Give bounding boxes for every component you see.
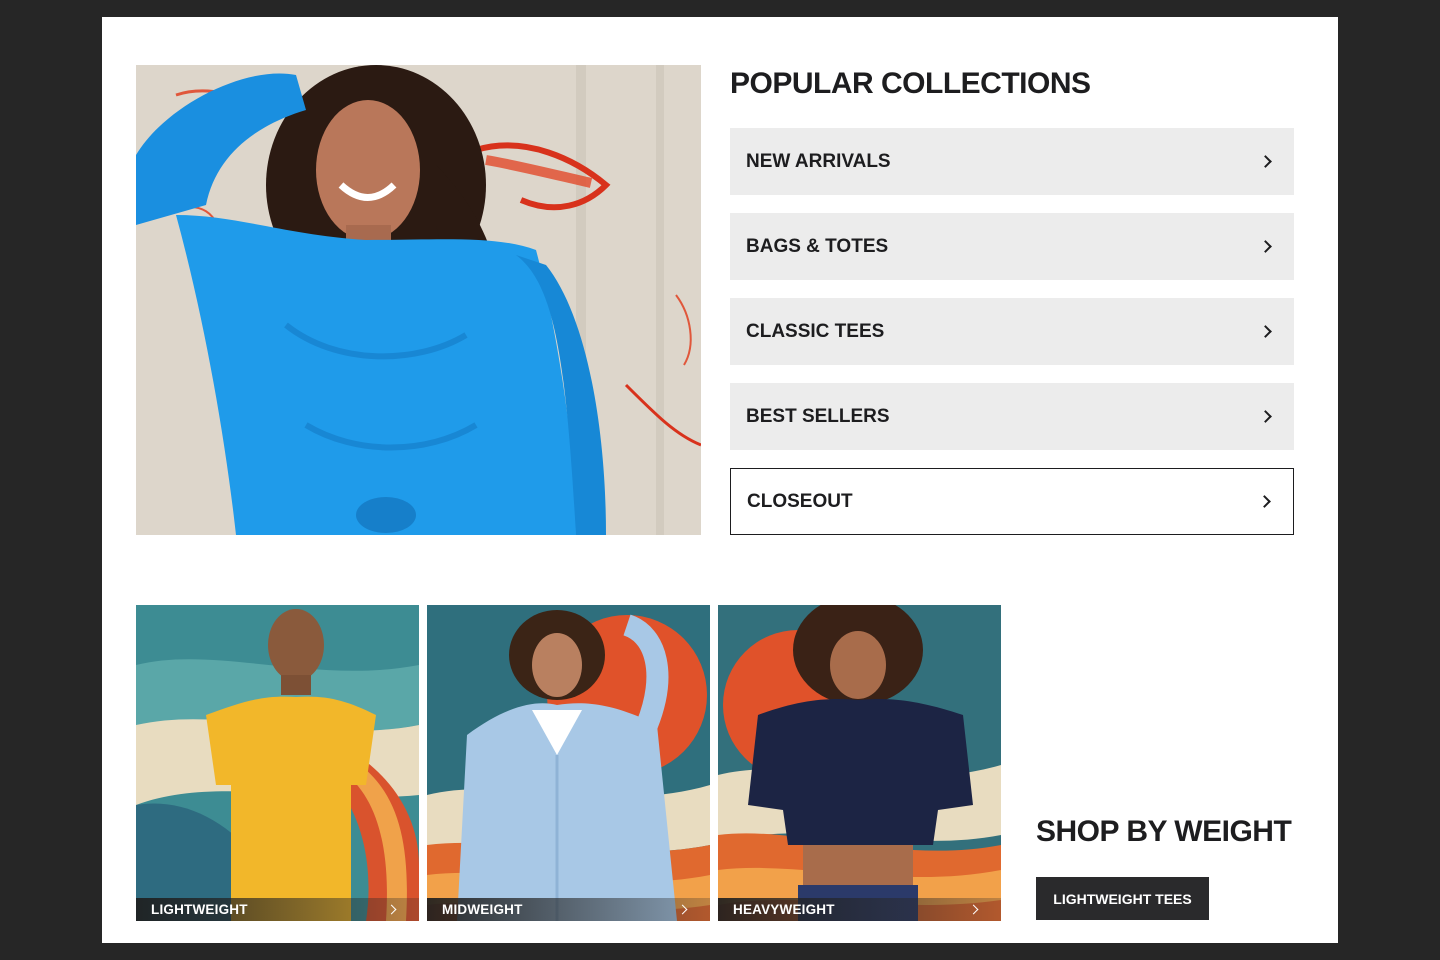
chevron-right-icon — [1258, 495, 1271, 508]
weight-card-heavyweight[interactable]: HEAVYWEIGHT — [718, 605, 1001, 921]
weight-card-lightweight[interactable]: LIGHTWEIGHT — [136, 605, 419, 921]
collection-list: NEW ARRIVALS BAGS & TOTES CLASSIC TEES B… — [730, 128, 1294, 553]
weight-card-midweight[interactable]: MIDWEIGHT — [427, 605, 710, 921]
chevron-right-icon — [1259, 240, 1272, 253]
card-label-bar: MIDWEIGHT — [427, 898, 710, 921]
card-label-bar: LIGHTWEIGHT — [136, 898, 419, 921]
shop-by-weight-title: SHOP BY WEIGHT — [1036, 815, 1292, 848]
page-panel: POPULAR COLLECTIONS NEW ARRIVALS BAGS & … — [102, 17, 1338, 943]
chevron-right-icon — [968, 904, 979, 915]
card-label: HEAVYWEIGHT — [733, 902, 835, 917]
midweight-photo — [427, 605, 710, 921]
collection-item-label: CLOSEOUT — [747, 490, 853, 512]
weight-cards: LIGHTWEIGHT MIDWEIGHT HEAVYWEIGHT — [136, 605, 1001, 921]
collection-item-label: NEW ARRIVALS — [746, 150, 891, 172]
collection-item-classic-tees[interactable]: CLASSIC TEES — [730, 298, 1294, 365]
lightweight-photo — [136, 605, 419, 921]
chevron-right-icon — [1259, 410, 1272, 423]
chevron-right-icon — [1259, 155, 1272, 168]
hero-photo[interactable] — [136, 65, 701, 535]
chevron-right-icon — [677, 904, 688, 915]
hero-photo-illustration — [136, 65, 701, 535]
collection-item-label: BEST SELLERS — [746, 405, 890, 427]
collection-item-bags-totes[interactable]: BAGS & TOTES — [730, 213, 1294, 280]
collection-item-new-arrivals[interactable]: NEW ARRIVALS — [730, 128, 1294, 195]
collection-item-best-sellers[interactable]: BEST SELLERS — [730, 383, 1294, 450]
card-label-bar: HEAVYWEIGHT — [718, 898, 1001, 921]
popular-collections-title: POPULAR COLLECTIONS — [730, 67, 1091, 100]
chevron-right-icon — [1259, 325, 1272, 338]
chevron-right-icon — [386, 904, 397, 915]
heavyweight-photo — [718, 605, 1001, 921]
lightweight-tees-button[interactable]: LIGHTWEIGHT TEES — [1036, 877, 1209, 920]
card-label: MIDWEIGHT — [442, 902, 523, 917]
collection-item-label: BAGS & TOTES — [746, 235, 889, 257]
card-label: LIGHTWEIGHT — [151, 902, 248, 917]
collection-item-closeout[interactable]: CLOSEOUT — [730, 468, 1294, 535]
collection-item-label: CLASSIC TEES — [746, 320, 885, 342]
